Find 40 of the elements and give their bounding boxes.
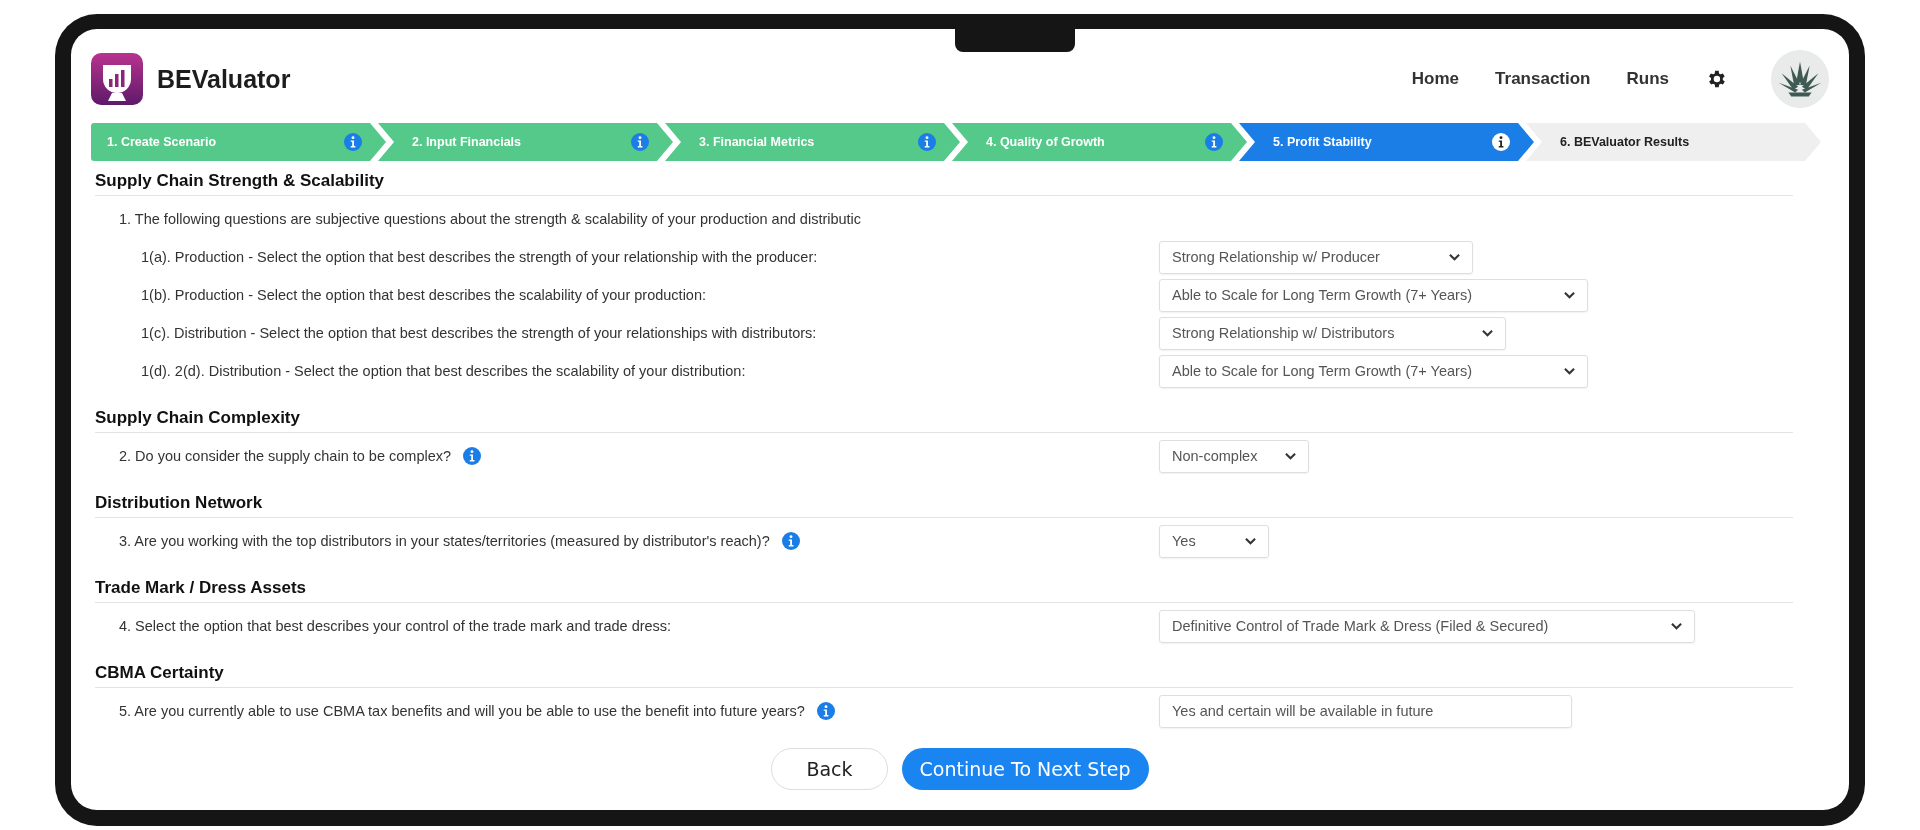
question-text: 1. The following questions are subjective questions about the strength & scalability of your production and distributic [119, 211, 862, 227]
nav-link[interactable]: Transaction [1495, 69, 1591, 89]
back-button[interactable]: Back [771, 748, 888, 790]
dropdown[interactable]: Able to Scale for Long Term Growth (7+ Years) [1159, 354, 1588, 388]
question-text: 5. Are you currently able to use CBMA tax benefits and will you be able to use the benefit into future years? [119, 703, 805, 719]
wizard-step[interactable]: 6. BEValuator Results [1526, 123, 1821, 161]
caret-icon [1670, 622, 1682, 630]
dropdown[interactable]: Yes [1159, 524, 1269, 558]
dropdown[interactable]: Able to Scale for Long Term Growth (7+ Years) [1159, 278, 1588, 312]
avatar[interactable] [1771, 50, 1829, 108]
caret-icon [1482, 329, 1493, 337]
nav-link[interactable]: Home [1411, 69, 1460, 89]
caret-icon [1449, 253, 1461, 261]
question-text: 1(a). Production - Select the option that best describes the strength of your relationship with the producer: [141, 249, 818, 265]
question-text: 1(d). 2(d). Distribution - Select the option that best describes the scalability of your distribution: [141, 363, 746, 379]
caret-icon [1285, 452, 1297, 460]
section-heading: CBMA Certainty [95, 653, 1793, 688]
dropdown[interactable]: Non-complex [1159, 439, 1310, 473]
dropdown[interactable]: Definitive Control of Trade Mark & Dress (Filed & Secured) [1159, 609, 1695, 643]
question-text: 1(c). Distribution - Select the option that best describes the strength of your relationships with distributors: [141, 325, 817, 341]
dropdown[interactable]: Yes and certain will be available in future [1159, 694, 1572, 728]
section-heading: Distribution Network [95, 483, 1793, 518]
question-text: 3. Are you working with the top distributors in your states/territories (measured by distributor's reach)? [119, 533, 770, 549]
section-heading: Supply Chain Strength & Scalability [95, 161, 1793, 196]
caret-icon [1245, 537, 1256, 545]
caret-icon [1564, 291, 1575, 299]
continue-button[interactable]: Continue To Next Step [901, 748, 1149, 790]
question-text: 2. Do you consider the supply chain to be complex? [119, 448, 452, 464]
question-text: 1(b). Production - Select the option that best describes the scalability of your production: [141, 287, 706, 303]
logo-icon [91, 53, 143, 105]
wizard-step[interactable]: 5. Profit Stability [1239, 123, 1534, 161]
dropdown[interactable]: Strong Relationship w/ Producer [1159, 240, 1474, 274]
nav-link[interactable]: Runs [1626, 69, 1669, 89]
info-icon[interactable] [1492, 133, 1510, 151]
app-name: BEValuator [157, 64, 291, 94]
section-heading: Supply Chain Complexity [95, 398, 1793, 433]
caret-icon [1564, 367, 1575, 375]
dropdown[interactable]: Strong Relationship w/ Distributors [1159, 316, 1506, 350]
question-text: 4. Select the option that best describes your control of the trade mark and trade dress: [119, 618, 672, 634]
section-heading: Trade Mark / Dress Assets [95, 568, 1793, 603]
